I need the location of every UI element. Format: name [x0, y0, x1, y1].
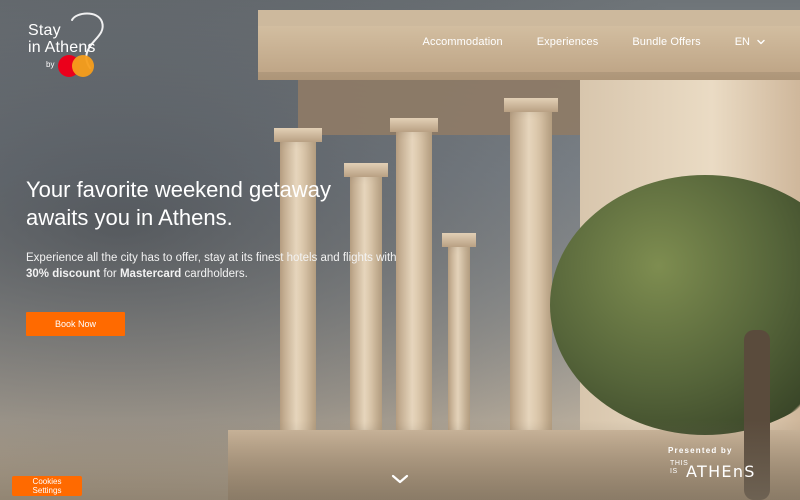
hero-description-brand: Mastercard — [119, 268, 182, 280]
hero-title-line-1: Your favorite weekend getaway — [26, 177, 331, 202]
hero-description: Experience all the city has to offer, st… — [26, 250, 406, 282]
hero-description-prefix: Experience all the city has to offer, st… — [26, 252, 397, 264]
hero-description-suffix: cardholders. — [184, 268, 248, 280]
presented-by: Presented by THIS IS ATHEnS — [668, 446, 778, 481]
hero-copy: Your favorite weekend getaway awaits you… — [26, 176, 446, 336]
chevron-down-icon — [757, 39, 765, 45]
presented-by-label: Presented by — [668, 446, 733, 455]
hero-description-mid: for — [103, 268, 117, 280]
temple-column — [442, 233, 476, 435]
mastercard-logo — [58, 55, 94, 77]
main-navigation: Accommodation Experiences Bundle Offers … — [423, 36, 766, 48]
top-header: Stay in Athens by Accommodation Experien… — [0, 0, 800, 90]
stay-in-athens-logo[interactable]: Stay in Athens by — [26, 10, 122, 80]
language-label: EN — [734, 36, 750, 48]
logo-line-1: Stay — [28, 22, 61, 39]
hero-title-line-2: awaits you in Athens. — [26, 205, 233, 230]
this-is-athens-logo: ATHEnS — [686, 462, 756, 481]
temple-column — [504, 98, 558, 435]
nav-bundle-offers[interactable]: Bundle Offers — [632, 36, 700, 48]
scroll-down-chevron-icon[interactable] — [389, 470, 411, 488]
nav-accommodation[interactable]: Accommodation — [423, 36, 503, 48]
book-now-button[interactable]: Book Now — [26, 312, 125, 336]
cookies-settings-button[interactable]: Cookies Settings — [12, 476, 82, 496]
nav-experiences[interactable]: Experiences — [537, 36, 599, 48]
mastercard-orange-circle — [72, 55, 94, 77]
language-selector[interactable]: EN — [735, 36, 766, 48]
hero-title: Your favorite weekend getaway awaits you… — [26, 176, 446, 232]
logo-line-3: by — [46, 60, 55, 69]
hero-description-discount: 30% discount — [26, 268, 101, 280]
